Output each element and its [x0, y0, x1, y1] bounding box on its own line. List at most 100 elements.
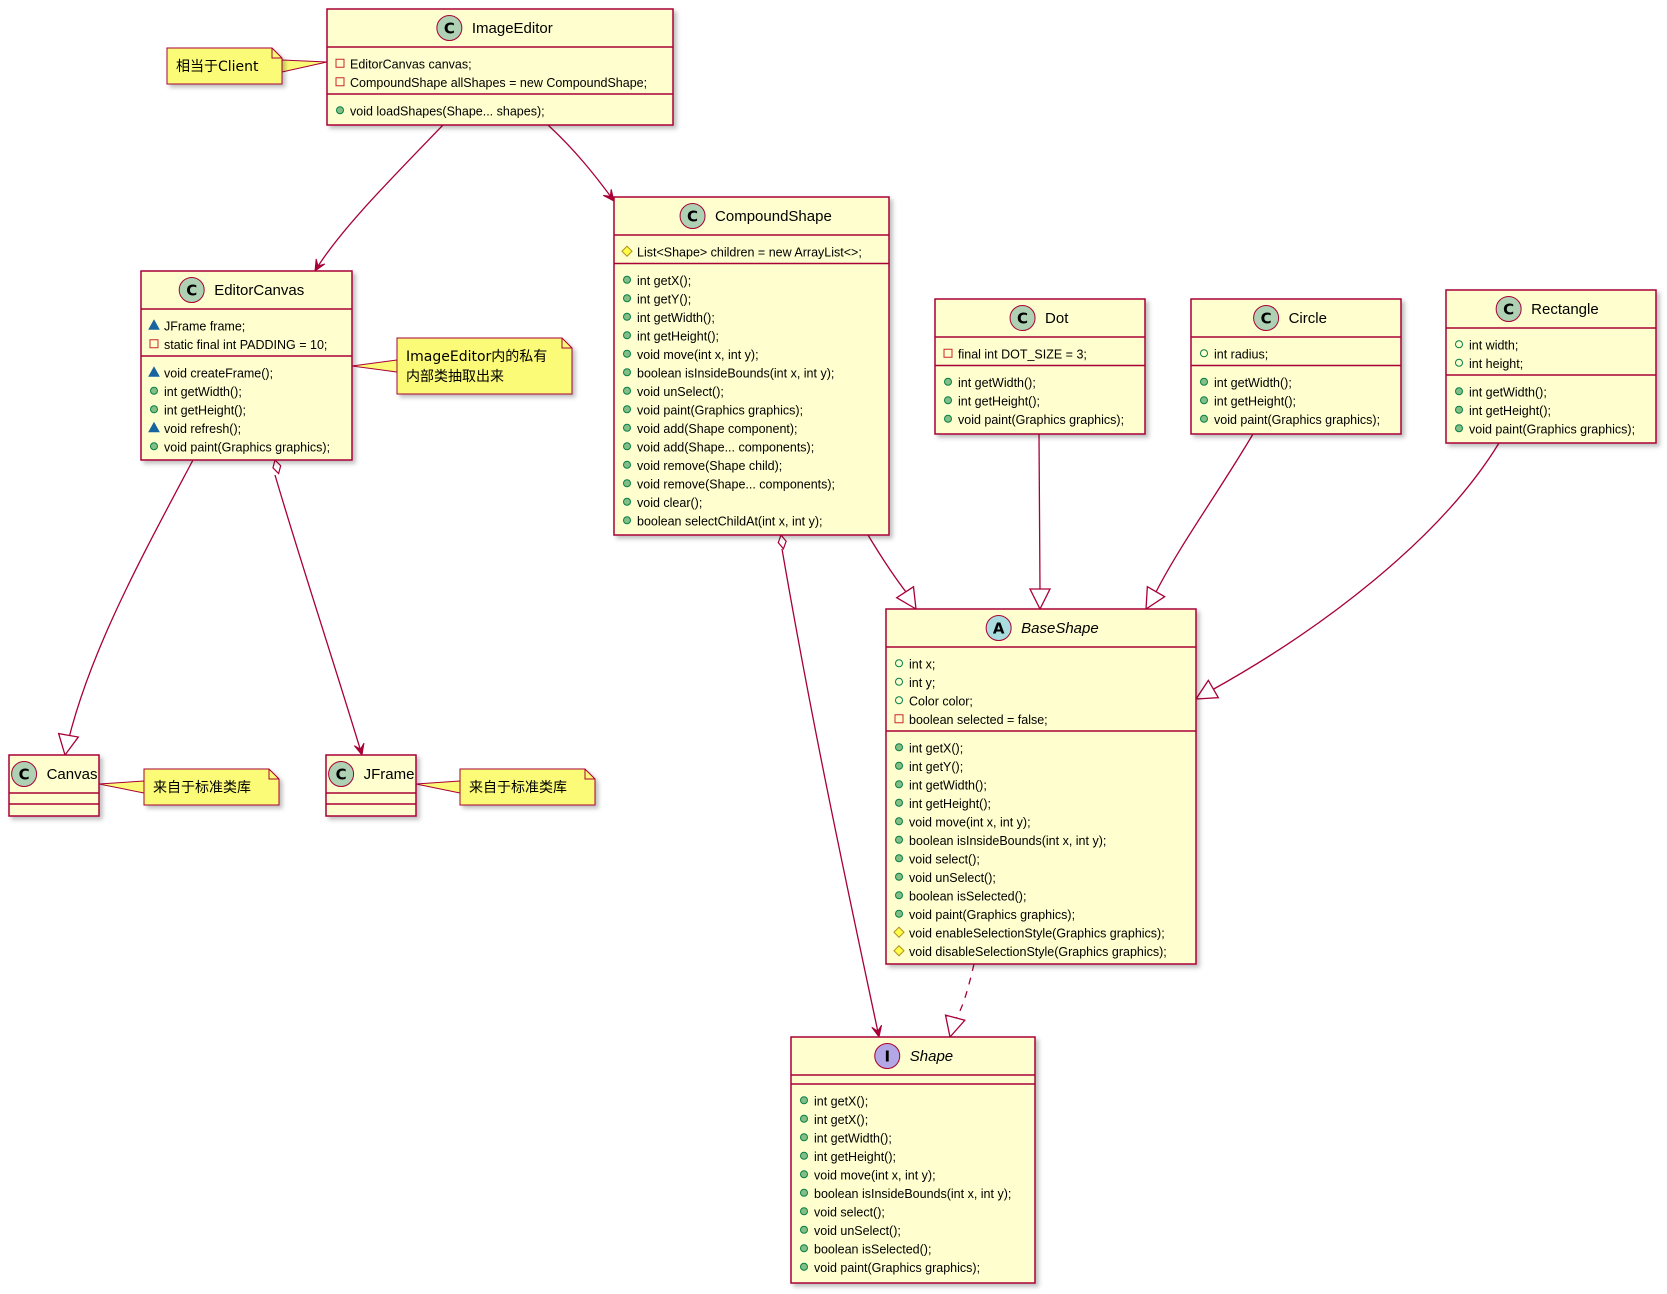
relation-compoundshape-to-shape [777, 533, 883, 1039]
note-text: 相当于Client [176, 59, 259, 75]
class-box-imageeditor[interactable]: C ImageEditor EditorCanvas canvas; Compound… [326, 8, 674, 126]
public-visibility-icon [800, 1188, 808, 1197]
field-row: final int DOT_SIZE = 3; [958, 347, 1087, 361]
relation-rectangle-to-baseshape [1194, 442, 1500, 700]
method-row: int getY(); [637, 292, 691, 306]
public-visibility-icon [150, 442, 158, 451]
public-visibility-icon [623, 442, 631, 451]
method-row: void loadShapes(Shape... shapes); [350, 104, 545, 118]
class-type-badge-letter: C [336, 766, 347, 784]
inheritance-arrowhead-icon [1145, 585, 1166, 611]
association-arrowhead-icon [603, 189, 615, 202]
public-visibility-icon [895, 872, 903, 881]
method-row: void paint(Graphics graphics); [637, 403, 803, 417]
class-box-canvas[interactable]: C Canvas [8, 754, 100, 817]
public-visibility-icon [623, 275, 631, 284]
method-row: void paint(Graphics graphics); [814, 1261, 980, 1275]
public-visibility-icon [1200, 396, 1208, 405]
field-row: int y; [909, 676, 935, 690]
public-visibility-icon [623, 368, 631, 377]
method-row: int getWidth(); [909, 778, 987, 792]
relation-line [1211, 442, 1500, 691]
class-type-badge-letter: C [444, 20, 455, 38]
class-box-editorcanvas[interactable]: C EditorCanvas JFrame frame; static final i… [140, 270, 353, 461]
public-visibility-icon [336, 106, 344, 115]
relation-baseshape-to-shape [944, 963, 975, 1039]
public-visibility-icon [150, 386, 158, 395]
public-visibility-icon [944, 396, 952, 405]
method-row: int getY(); [909, 760, 963, 774]
inheritance-arrowhead-icon [1028, 588, 1052, 611]
class-box-compoundshape[interactable]: C CompoundShape List<Shape> children = new… [613, 196, 890, 536]
method-row: void move(int x, int y); [909, 815, 1031, 829]
public-visibility-icon [895, 854, 903, 863]
method-row: void add(Shape component); [637, 422, 798, 436]
inheritance-arrowhead-icon [57, 732, 80, 757]
public-visibility-icon [623, 349, 631, 358]
class-name: ImageEditor [472, 20, 553, 37]
note-connector [351, 359, 398, 373]
method-row: void paint(Graphics graphics); [1469, 422, 1635, 436]
public-visibility-icon [623, 294, 631, 303]
public-visibility-icon [623, 479, 631, 488]
inheritance-arrowhead-icon [1194, 679, 1220, 700]
class-box-shape[interactable]: I Shape int getX(); int getX(); int getWidth… [790, 1036, 1036, 1284]
note-text: 内部类抽取出来 [406, 369, 504, 385]
class-name: Rectangle [1531, 301, 1599, 318]
method-row: void remove(Shape child); [637, 459, 782, 473]
class-type-badge-letter: C [687, 208, 698, 226]
method-row: void disableSelectionStyle(Graphics grap… [909, 945, 1167, 959]
method-row: void remove(Shape... components); [637, 477, 835, 491]
public-visibility-icon [800, 1170, 808, 1179]
field-row: static final int PADDING = 10; [164, 338, 327, 352]
method-row: void paint(Graphics graphics); [164, 440, 330, 454]
relation-editorcanvas-to-canvas [57, 459, 194, 757]
method-row: void move(int x, int y); [814, 1168, 936, 1182]
class-type-badge-letter: C [19, 766, 30, 784]
public-visibility-icon [623, 312, 631, 321]
note-text: 来自于标准类库 [469, 780, 567, 796]
public-visibility-icon [895, 743, 903, 752]
class-type-badge-letter: I [884, 1048, 890, 1066]
public-visibility-icon [623, 423, 631, 432]
public-visibility-icon [800, 1133, 808, 1142]
association-arrowhead-icon [314, 258, 326, 273]
relation-circle-to-baseshape [1145, 433, 1254, 611]
relation-dot-to-baseshape [1028, 433, 1052, 611]
class-name: Canvas [47, 766, 98, 783]
public-visibility-icon [623, 497, 631, 506]
class-box-baseshape[interactable]: A BaseShape int x; int y; Color color; boolea… [885, 608, 1197, 965]
method-row: boolean selectChildAt(int x, int y); [637, 514, 823, 528]
public-visibility-icon [895, 761, 903, 770]
relation-imageeditor-to-compoundshape [547, 124, 615, 202]
public-visibility-icon [800, 1225, 808, 1234]
method-row: int getX(); [909, 741, 963, 755]
method-row: int getHeight(); [164, 403, 246, 417]
public-visibility-icon [895, 909, 903, 918]
relation-line [1038, 433, 1041, 592]
method-row: int getWidth(); [814, 1131, 892, 1145]
class-box-dot[interactable]: C Dot final int DOT_SIZE = 3; int getWidth(… [934, 298, 1146, 435]
class-name: CompoundShape [715, 208, 832, 225]
relation-line [274, 474, 363, 756]
method-row: int getHeight(); [909, 797, 991, 811]
public-visibility-icon [895, 780, 903, 789]
field-row: CompoundShape allShapes = new CompoundSh… [350, 76, 647, 90]
relation-compoundshape-to-baseshape [867, 534, 917, 611]
public-visibility-icon [895, 798, 903, 807]
method-row: int getHeight(); [958, 394, 1040, 408]
class-box-jframe[interactable]: C JFrame [325, 754, 417, 817]
method-row: void enableSelectionStyle(Graphics graph… [909, 926, 1165, 940]
public-visibility-icon [623, 331, 631, 340]
note-canvas: 来自于标准类库 [98, 768, 280, 806]
class-box-rectangle[interactable]: C Rectangle int width; int height; int getWi… [1445, 289, 1657, 444]
class-box-circle[interactable]: C Circle int radius; int getWidth(); int get… [1190, 298, 1402, 435]
method-row: void clear(); [637, 496, 702, 510]
note-connector [281, 59, 328, 73]
public-visibility-icon [944, 377, 952, 386]
field-row: int width; [1469, 338, 1518, 352]
note-editorcanvas: ImageEditor内的私有内部类抽取出来 [351, 337, 573, 395]
relation-line [867, 534, 907, 593]
method-row: int getHeight(); [637, 329, 719, 343]
method-row: boolean isSelected(); [909, 889, 1026, 903]
